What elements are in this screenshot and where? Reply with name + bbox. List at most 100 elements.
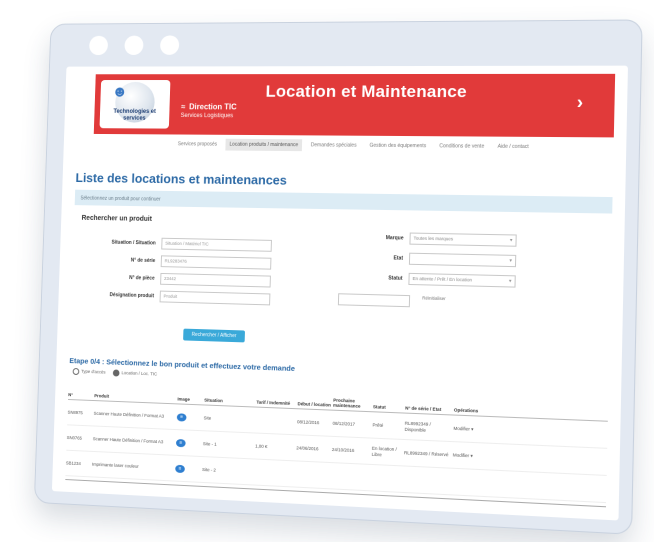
window-dot-1[interactable] xyxy=(88,35,109,56)
th-statut[interactable]: Statut xyxy=(373,404,405,413)
cell-debut: 08/12/2016 xyxy=(296,419,320,426)
cell-situation: Site - 2 xyxy=(202,466,216,473)
marque-select[interactable]: Toutes les marques ▾ xyxy=(409,232,517,247)
cell-image: ≡ xyxy=(175,438,203,447)
nav-tab-3[interactable]: Demandes spéciales xyxy=(307,139,361,151)
cell-num: SB1234 xyxy=(65,460,81,466)
cell-image: ≡ xyxy=(175,464,202,473)
field-row-situation: Situation / Situation Situation / Matéri… xyxy=(96,236,272,252)
cell-prochaine: 08/12/2017 xyxy=(332,420,356,427)
designation-input[interactable]: Produit xyxy=(159,290,271,306)
main-nav: Services proposés Location produits / ma… xyxy=(174,138,614,153)
cell-serie: RL8992349 / Réservé xyxy=(403,450,449,458)
search-button[interactable]: Rechercher / Afficher xyxy=(183,328,245,343)
cell-num: SN8975 xyxy=(67,409,83,416)
field-row-etat: Etat ▾ xyxy=(377,252,517,268)
site-header: ☻ Technologies et services Location et M… xyxy=(93,73,616,138)
field-label: Etat xyxy=(393,255,404,262)
cell-prochaine xyxy=(331,476,371,478)
chevron-down-icon: ▾ xyxy=(508,278,512,285)
site-logo[interactable]: ☻ Technologies et services xyxy=(99,80,171,129)
th-prochaine[interactable]: Prochaine maintenance xyxy=(333,397,373,411)
person-icon: ☻ xyxy=(111,83,128,101)
chevron-down-icon: ▾ xyxy=(509,257,513,265)
operations-dropdown[interactable]: Modifier ▾ xyxy=(453,426,490,433)
cell-statut: En location / Libre xyxy=(371,446,397,457)
brand-line2: Services Logistiques xyxy=(180,113,234,120)
operations-dropdown[interactable] xyxy=(452,482,489,484)
etat-select[interactable]: ▾ xyxy=(408,252,517,268)
cell-tarif xyxy=(256,420,297,422)
cell-situation: Site xyxy=(203,415,212,421)
step-options: Type d'accès Location / Loc. TIC xyxy=(72,368,158,378)
th-num[interactable]: N° xyxy=(68,392,94,400)
cell-product: Scanner Haute Définition / Format A3 xyxy=(93,410,165,419)
cell-debut xyxy=(296,474,332,476)
chevron-down-icon: ▾ xyxy=(509,237,513,244)
field-label: Situation / Situation xyxy=(111,239,156,247)
chevron-right-icon[interactable]: › xyxy=(577,92,584,113)
page-header-title: Location et Maintenance xyxy=(265,81,468,102)
cell-tarif: 1,00 € xyxy=(255,443,268,449)
statut-value: En attente / Prêt / En location xyxy=(412,275,473,283)
brand: ≈ Direction TIC Services Logistiques xyxy=(180,102,237,120)
cell-debut: 24/06/2016 xyxy=(296,445,319,452)
field-row-statut: Statut En attente / Prêt / En location ▾ xyxy=(376,272,516,288)
extra-input[interactable] xyxy=(337,293,411,308)
nav-tab-5[interactable]: Conditions de vente xyxy=(435,140,488,153)
field-row-part: N° de pièce 23442 xyxy=(94,271,271,288)
scene: ☻ Technologies et services Location et M… xyxy=(0,0,654,542)
option-2[interactable]: Location / Loc. TIC xyxy=(112,369,158,377)
document-icon[interactable]: ≡ xyxy=(175,464,185,473)
radio-icon xyxy=(112,369,120,377)
field-row-serial: N° de série RL9283476 xyxy=(95,254,272,270)
option-2-label: Location / Loc. TIC xyxy=(121,370,158,377)
field-label: Marque xyxy=(385,235,404,242)
serial-number-input[interactable]: RL9283476 xyxy=(160,255,272,270)
document-icon[interactable]: ≡ xyxy=(175,438,186,447)
cell-product: Imprimante laser couleur xyxy=(91,461,139,469)
page-title: Liste des locations et maintenances xyxy=(75,170,288,188)
option-1-label: Type d'accès xyxy=(81,368,106,375)
logo-text: Technologies et services xyxy=(113,108,156,122)
reset-link[interactable]: Réinitialiser xyxy=(422,295,446,301)
nav-tab-4[interactable]: Gestion des équipements xyxy=(365,140,430,153)
field-label: Désignation produit xyxy=(109,292,155,300)
brand-mark-icon: ≈ xyxy=(180,102,186,112)
browser-window: ☻ Technologies et services Location et M… xyxy=(33,19,643,535)
info-bar: Sélectionnez un produit pour continuer xyxy=(74,189,613,214)
window-dot-2[interactable] xyxy=(124,35,144,55)
nav-tab-6[interactable]: Aide / contact xyxy=(493,141,533,153)
cell-serie: RL8992349 / Disponible xyxy=(404,421,431,433)
option-1[interactable]: Type d'accès xyxy=(72,368,106,376)
statut-select[interactable]: En attente / Prêt / En location ▾ xyxy=(408,272,516,288)
browser-viewport: ☻ Technologies et services Location et M… xyxy=(51,65,628,521)
th-debut[interactable]: Début / location xyxy=(297,401,333,410)
radio-icon xyxy=(72,368,80,376)
field-label: N° de série xyxy=(130,257,156,265)
cell-product: Scanner Haute Définition / Format A3 xyxy=(92,436,164,445)
window-dot-3[interactable] xyxy=(159,35,180,55)
brand-line1: Direction TIC xyxy=(188,102,237,112)
cell-statut xyxy=(371,478,403,480)
th-operations: Opérations xyxy=(453,407,479,414)
part-number-input[interactable]: 23442 xyxy=(160,272,271,288)
cell-situation: Site - 1 xyxy=(202,441,217,447)
cell-prochaine: 24/10/2016 xyxy=(331,446,355,453)
operations-dropdown[interactable]: Modifier ▾ xyxy=(453,452,490,459)
window-controls xyxy=(88,35,180,56)
situation-input[interactable]: Situation / Matériel TIC xyxy=(161,237,272,252)
nav-tab-1[interactable]: Services proposés xyxy=(174,138,221,150)
cell-tarif xyxy=(254,472,295,474)
search-heading: Rechercher un produit xyxy=(81,214,152,223)
cell-statut: Prêté xyxy=(372,422,384,428)
th-image: Image xyxy=(177,396,190,402)
cell-num: SN0765 xyxy=(66,434,82,441)
cell-image: ≡ xyxy=(176,412,204,422)
field-row-designation: Désignation produit Produit xyxy=(94,289,271,306)
nav-tab-2[interactable]: Location produits / maintenance xyxy=(225,138,303,152)
document-icon[interactable]: ≡ xyxy=(176,412,187,422)
marque-value: Toutes les marques xyxy=(413,235,454,242)
field-label: N° de pièce xyxy=(129,275,155,282)
field-label: Statut xyxy=(388,275,403,282)
